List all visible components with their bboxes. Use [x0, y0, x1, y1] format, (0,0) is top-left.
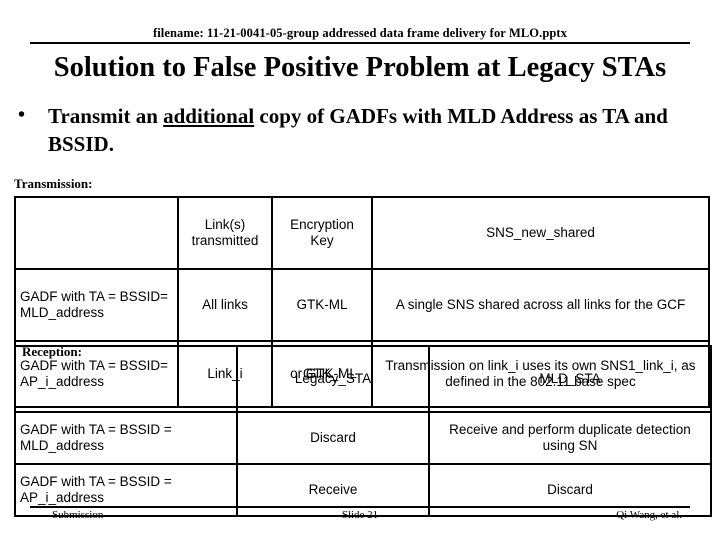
- bullet-text-pre: Transmit an: [48, 104, 164, 128]
- tx-row0-links: All links: [177, 268, 273, 342]
- tx-header-cell-encryption-key: Encryption Key: [271, 196, 373, 270]
- header-filename: filename: 11-21-0041-05-group addressed …: [152, 26, 568, 40]
- tx-header-cell-sns: SNS_new_shared: [371, 196, 710, 270]
- bullet-item-text: Transmit an additional copy of GADFs wit…: [48, 102, 708, 159]
- page-title: Solution to False Positive Problem at Le…: [53, 52, 667, 83]
- tx-row0-sns: A single SNS shared across all links for…: [371, 268, 710, 342]
- table-header-row: Link(s) transmitted Encryption Key SNS_n…: [14, 196, 710, 270]
- rx-row1-frame-type: GADF with TA = BSSID = AP_i_address: [14, 463, 238, 517]
- bullet-point-icon: •: [18, 104, 26, 126]
- table-row: GADF with TA = BSSID= MLD_address All li…: [14, 268, 710, 342]
- tx-row0-key: GTK-ML: [271, 268, 373, 342]
- transmission-section-label: Transmission:: [14, 176, 93, 191]
- rx-row1-legacy-action: Receive: [236, 463, 430, 517]
- rx-row1-mld-action: Discard: [428, 463, 712, 517]
- table-row: GADF with TA = BSSID = AP_i_address Rece…: [14, 463, 712, 517]
- tx-header-cell-0: [14, 196, 179, 270]
- rx-row0-mld-action: Receive and perform duplicate detection …: [428, 411, 712, 465]
- tx-header-cell-links: Link(s) transmitted: [177, 196, 273, 270]
- tx-row1-key-overflow-line: or GTK-ML: [290, 366, 357, 381]
- table-row: GADF with TA = BSSID = MLD_address Disca…: [14, 411, 712, 465]
- bullet-text-emphasis: additional: [163, 104, 255, 128]
- rx-row0-legacy-action: Discard: [236, 411, 430, 465]
- slide-header-rule: filename: 11-21-0041-05-group addressed …: [30, 26, 690, 44]
- tx-row0-frame-type: GADF with TA = BSSID= MLD_address: [14, 268, 179, 342]
- bullet-list: • Transmit an additional copy of GADFs w…: [18, 102, 708, 159]
- list-item: • Transmit an additional copy of GADFs w…: [18, 102, 708, 159]
- rx-row0-frame-type: GADF with TA = BSSID = MLD_address: [14, 411, 238, 465]
- rx-header-cell-mld-sta: MLD_STA: [428, 345, 712, 413]
- reception-section-label: Reception:: [22, 344, 82, 359]
